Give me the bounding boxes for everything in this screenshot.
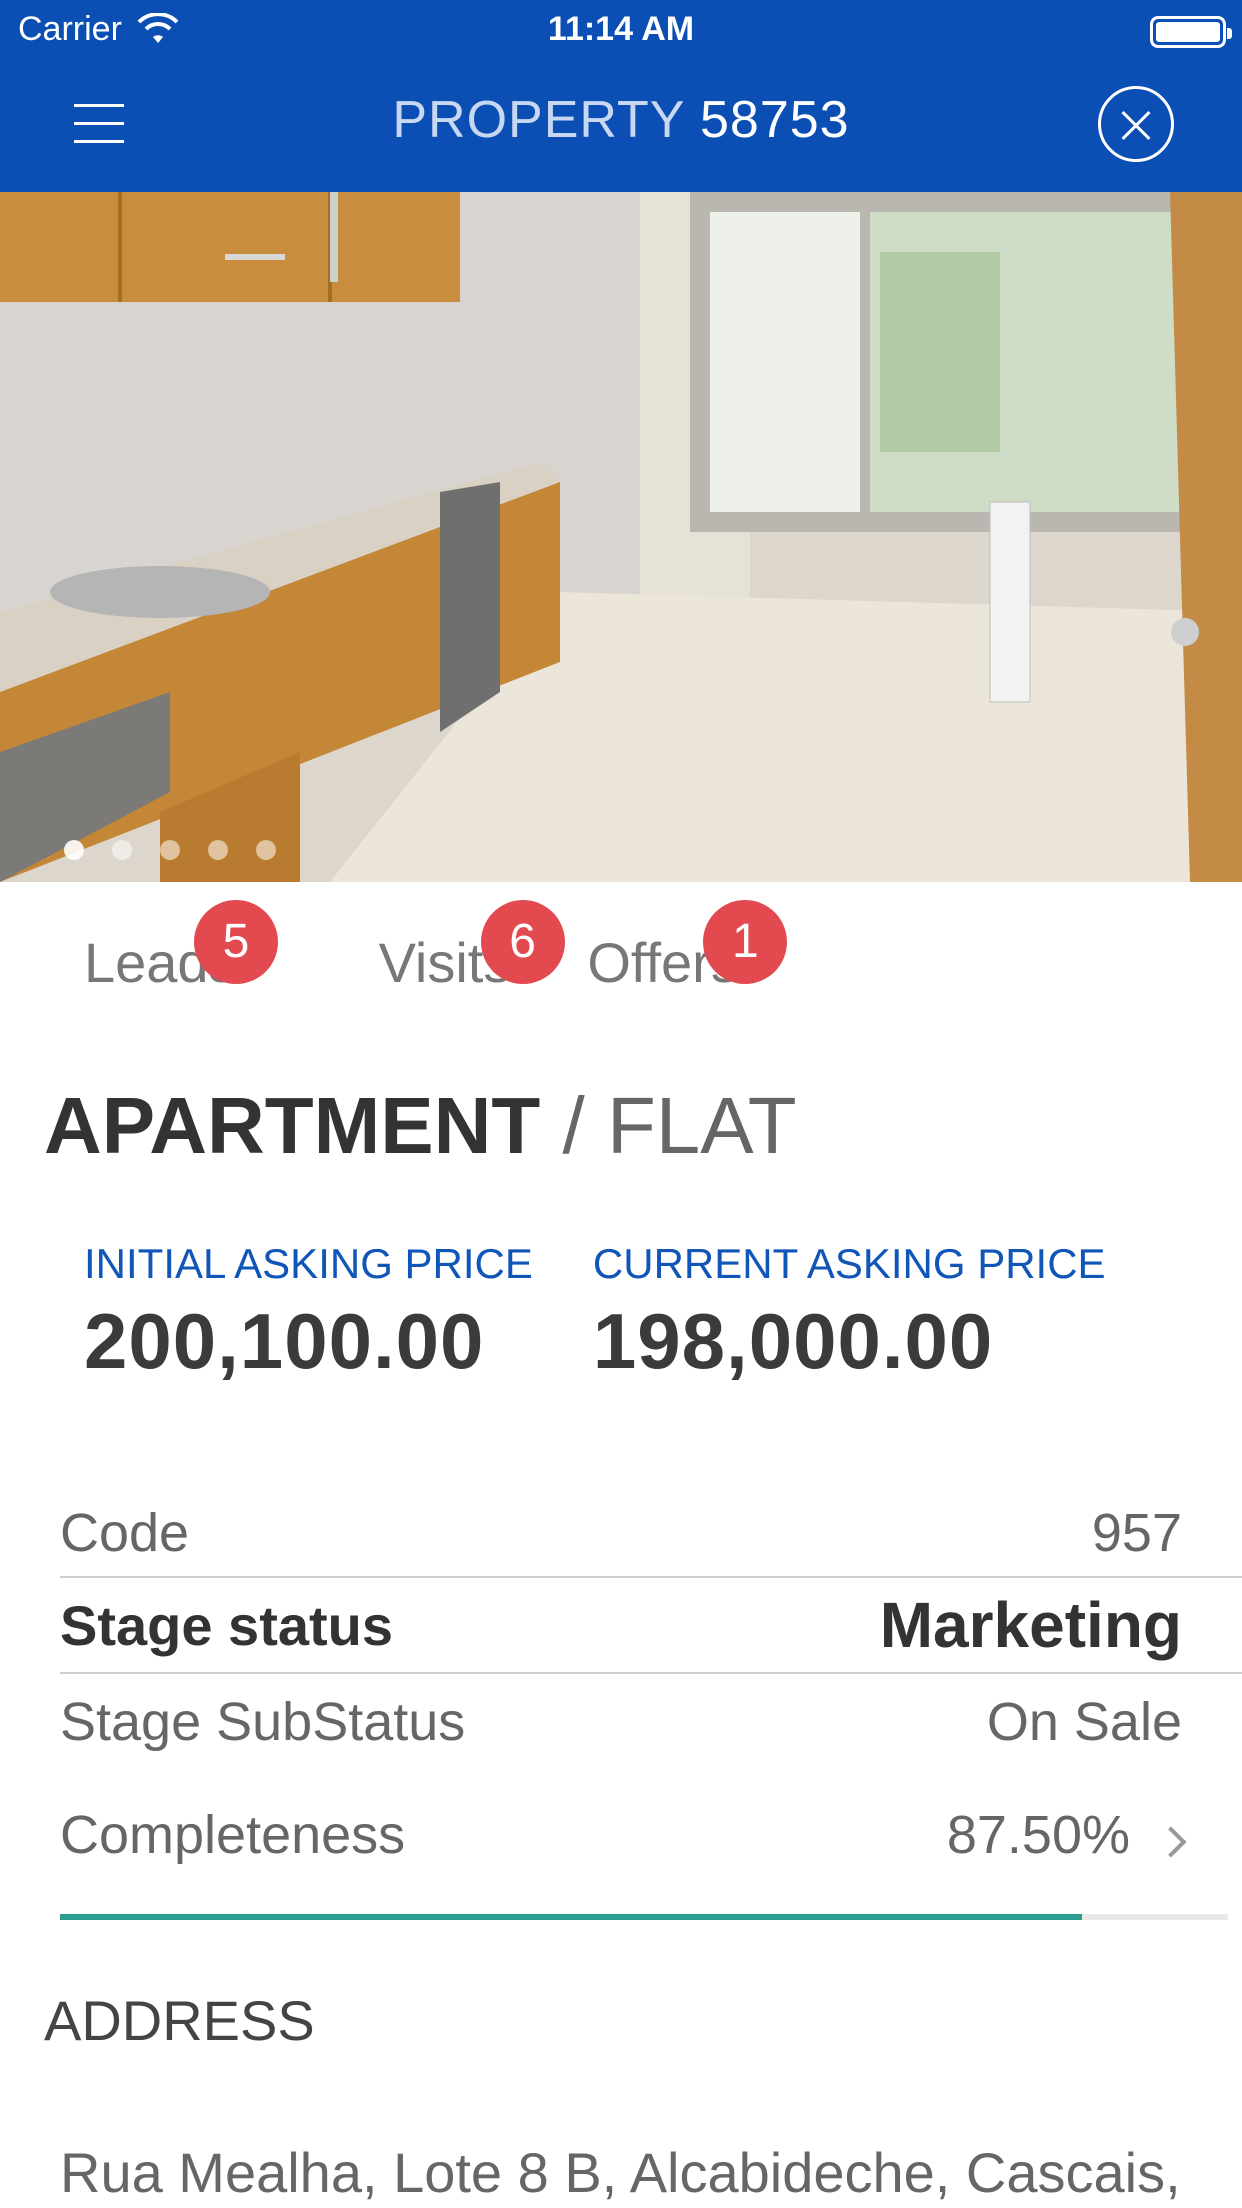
completeness-progress-bar: [60, 1914, 1228, 1920]
property-type-main: APARTMENT: [44, 1081, 541, 1170]
prices: INITIAL ASKING PRICE 200,100.00 CURRENT …: [84, 1240, 1166, 1387]
initial-price-label: INITIAL ASKING PRICE: [84, 1240, 533, 1287]
completeness-value: 87.50%: [946, 1805, 1130, 1865]
page-dot[interactable]: [208, 840, 228, 860]
stage-substatus-row: Stage SubStatus On Sale: [60, 1674, 1242, 1770]
activity-counters: Leads 5 Visits 6 Offers 1: [84, 890, 821, 1010]
chevron-right-icon: [1155, 1826, 1187, 1858]
current-price: CURRENT ASKING PRICE 198,000.00: [593, 1240, 1106, 1387]
page-dot[interactable]: [256, 840, 276, 860]
leads-tab[interactable]: Leads 5: [84, 890, 278, 1010]
details-list: Code 957 Stage status Marketing Stage Su…: [60, 1490, 1242, 1900]
page-dot[interactable]: [160, 840, 180, 860]
page-dot[interactable]: [112, 840, 132, 860]
battery-icon: [1150, 16, 1232, 48]
page-title: PROPERTY 58753: [0, 90, 1242, 150]
offers-badge: 1: [703, 900, 788, 984]
page-dot[interactable]: [64, 840, 84, 860]
stage-status-value: Marketing: [879, 1589, 1182, 1661]
visits-badge: 6: [480, 900, 565, 984]
gallery-pagination[interactable]: [64, 840, 276, 860]
initial-price: INITIAL ASKING PRICE 200,100.00: [84, 1240, 533, 1387]
kitchen-photo-illustration: [0, 192, 1242, 882]
status-bar: Carrier 11:14 AM: [0, 0, 1242, 62]
visits-tab[interactable]: Visits 6: [379, 890, 565, 1010]
nav-bar: PROPERTY 58753: [0, 62, 1242, 192]
completeness-row[interactable]: Completeness 87.50%: [60, 1770, 1242, 1900]
leads-badge: 5: [194, 900, 278, 984]
completeness-progress-fill: [60, 1914, 1082, 1920]
stage-substatus-label: Stage SubStatus: [60, 1692, 466, 1752]
status-time: 11:14 AM: [547, 10, 695, 48]
offers-tab[interactable]: Offers 1: [587, 890, 788, 1010]
property-id: 58753: [700, 91, 850, 149]
address-heading: ADDRESS: [44, 1989, 315, 2052]
code-row: Code 957: [60, 1490, 1242, 1578]
close-icon[interactable]: [1098, 86, 1174, 162]
stage-status-label: Stage status: [60, 1593, 393, 1657]
stage-status-row: Stage status Marketing: [60, 1578, 1242, 1674]
code-value: 957: [1091, 1503, 1182, 1563]
completeness-label: Completeness: [60, 1805, 406, 1865]
code-label: Code: [60, 1503, 190, 1563]
property-photo[interactable]: [0, 192, 1242, 882]
current-price-value: 198,000.00: [592, 1297, 994, 1385]
initial-price-value: 200,100.00: [84, 1297, 485, 1385]
property-type: APARTMENT / FLAT: [44, 1080, 797, 1172]
title-prefix: PROPERTY: [392, 91, 685, 149]
property-type-sub: / FLAT: [562, 1081, 797, 1170]
header: Carrier 11:14 AM PROPERTY 58753: [0, 0, 1242, 192]
stage-substatus-value: On Sale: [986, 1692, 1182, 1752]
address-text: Rua Mealha, Lote 8 B, Alcabideche, Casca…: [60, 2141, 1181, 2204]
current-price-label: CURRENT ASKING PRICE: [592, 1240, 1106, 1287]
